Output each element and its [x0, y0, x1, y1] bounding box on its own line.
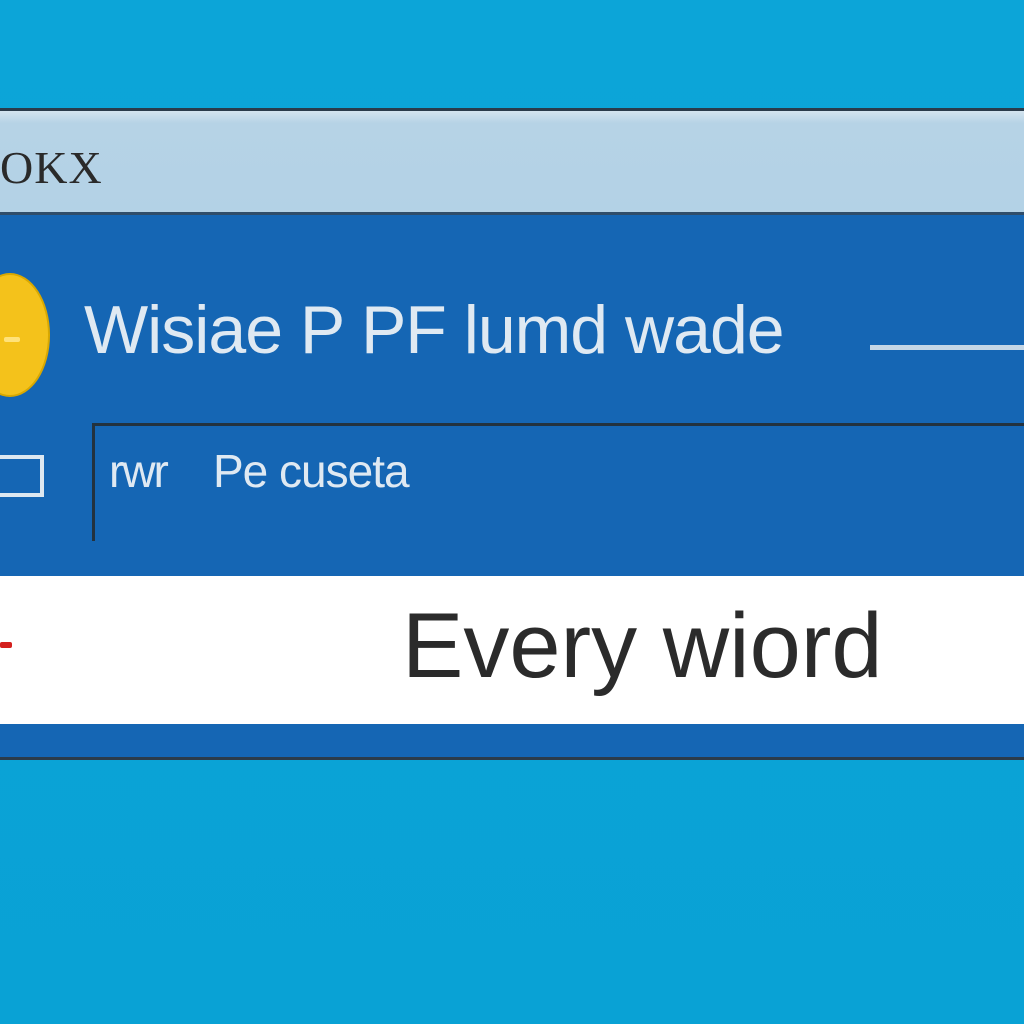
- red-dash-icon: [0, 642, 12, 648]
- field-prefix: rwr: [109, 445, 169, 497]
- desktop-background: OKX Wisiae P PF lumd wade rwr Pe cuseta …: [0, 0, 1024, 1024]
- field-value: Pe cuseta: [213, 445, 410, 497]
- window-title: OKX: [0, 142, 103, 193]
- dialog-window: OKX Wisiae P PF lumd wade rwr Pe cuseta …: [0, 108, 1024, 760]
- text-field[interactable]: rwr Pe cuseta: [92, 423, 1024, 541]
- title-bar[interactable]: OKX: [0, 111, 1024, 215]
- yellow-circle-icon[interactable]: [0, 273, 50, 397]
- dialog-heading: Wisiae P PF lumd wade: [84, 292, 785, 368]
- word-banner: Every wiord: [0, 576, 1024, 724]
- heading-divider: [870, 345, 1024, 350]
- banner-text: Every wiord: [402, 595, 883, 697]
- header-row: Wisiae P PF lumd wade: [0, 215, 1024, 415]
- checkbox-icon[interactable]: [0, 455, 44, 497]
